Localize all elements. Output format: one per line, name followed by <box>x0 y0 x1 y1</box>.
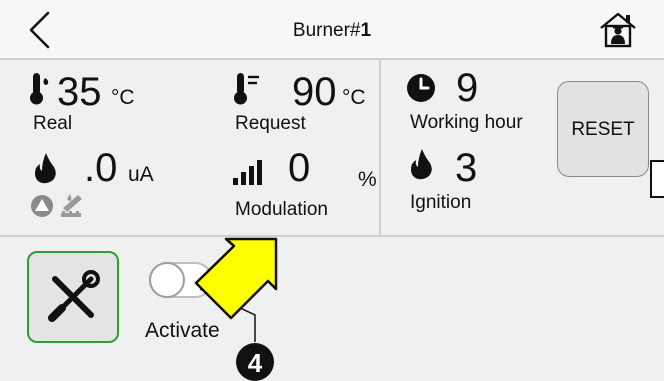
callout-number: 4 <box>247 348 263 378</box>
yellow-arrow-icon <box>194 237 278 320</box>
callout-overlay <box>194 237 278 342</box>
